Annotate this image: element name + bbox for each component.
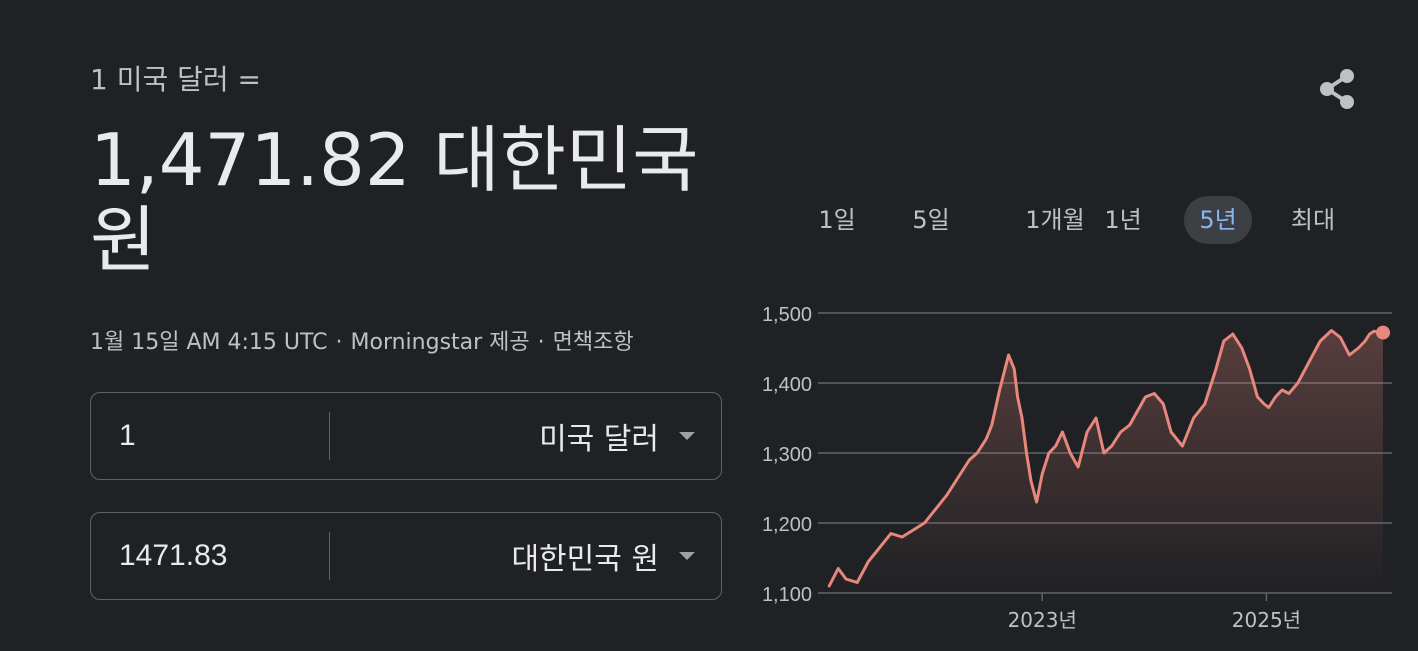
- x-tick-label: 2025년: [1232, 608, 1301, 632]
- current-point-marker: [1376, 325, 1391, 340]
- y-tick-label: 1,100: [762, 584, 812, 606]
- exchange-rate-chart: 1,500 1,400 1,300 1,200 1,100 2023년 2025년: [762, 304, 1392, 632]
- x-tick-label: 2023년: [1008, 608, 1077, 632]
- y-tick-label: 1,300: [762, 444, 812, 466]
- y-tick-label: 1,500: [762, 304, 812, 326]
- y-tick-label: 1,400: [762, 374, 812, 396]
- y-tick-label: 1,200: [762, 514, 812, 536]
- series-area: [829, 330, 1383, 593]
